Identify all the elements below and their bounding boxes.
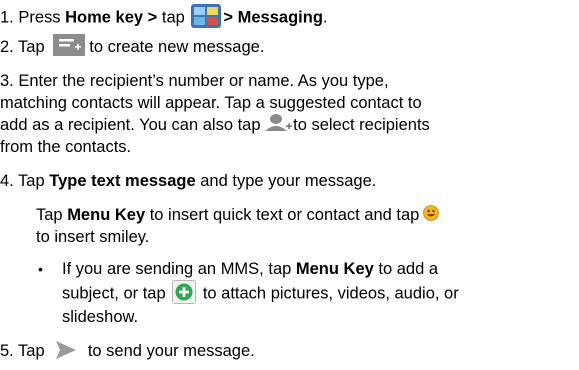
step-1-tap: tap: [157, 8, 190, 27]
bullet-marker: •: [38, 261, 43, 277]
bullet-menu-key: Menu Key: [295, 260, 374, 278]
step-2: 2. Tap to create new message.: [0, 33, 265, 59]
step-5-text: to send your message.: [83, 342, 255, 360]
step-1-period: .: [322, 8, 328, 27]
step-3-line-3-start: add as a recipient. You can also tap: [0, 116, 266, 134]
step-4-sub-line-1: Tap Menu Key to insert quick text or con…: [36, 204, 440, 226]
apps-grid-icon: [191, 4, 222, 28]
step-1-prefix: 1. Press: [0, 8, 66, 27]
instructions-document: 1. Press Home key > tap > Messaging. 2. …: [0, 0, 579, 370]
bullet-line-2-start: subject, or tap: [62, 284, 171, 303]
step-3-line-3: add as a recipient. You can also tap to …: [0, 113, 430, 136]
bullet-line-1: If you are sending an MMS, tap Menu Key …: [62, 258, 438, 280]
step-3-line-1: 3. Enter the recipient’s number or name.…: [0, 72, 389, 90]
bullet-line-2: subject, or tap to attach pictures, vide…: [62, 280, 459, 306]
step-1-messaging: > Messaging: [223, 8, 323, 27]
step-4-rest: and type your message.: [195, 172, 377, 190]
new-message-icon: [53, 33, 86, 56]
step-4-sub-menu-key: Menu Key: [67, 206, 146, 224]
step-3-line-4: from the contacts.: [0, 138, 132, 156]
step-1-home-key: Home key >: [65, 8, 158, 27]
step-4: 4. Tap Type text message and type your m…: [0, 170, 376, 192]
step-4-prefix: 4. Tap: [0, 172, 50, 190]
smiley-icon: [423, 204, 440, 221]
step-4-type-text-message: Type text message: [49, 172, 196, 190]
bullet-line-2-end: to attach pictures, videos, audio, or: [198, 284, 459, 303]
bullet-line-3: slideshow.: [62, 308, 139, 326]
attach-plus-icon: [172, 280, 197, 304]
step-2-text: to create new message.: [89, 38, 265, 56]
step-4-sub-rest: to insert quick text or contact and tap: [145, 206, 420, 224]
add-contact-icon: [265, 113, 293, 131]
step-4-sub-line-2: to insert smiley.: [36, 228, 150, 246]
step-3-line-2: matching contacts will appear. Tap a sug…: [0, 94, 422, 112]
send-arrow-icon: [55, 340, 77, 360]
step-1: 1. Press Home key > tap > Messaging.: [0, 4, 328, 30]
step-5: 5. Tap to send your message.: [0, 340, 255, 362]
step-3-line-3-end: to select recipients: [293, 116, 430, 134]
bullet-line-1-start: If you are sending an MMS, tap: [62, 260, 296, 278]
step-5-prefix: 5. Tap: [0, 342, 50, 360]
step-2-prefix: 2. Tap: [0, 38, 50, 56]
bullet-line-1-end: to add a: [373, 260, 439, 278]
step-4-sub-tap: Tap: [36, 206, 68, 224]
